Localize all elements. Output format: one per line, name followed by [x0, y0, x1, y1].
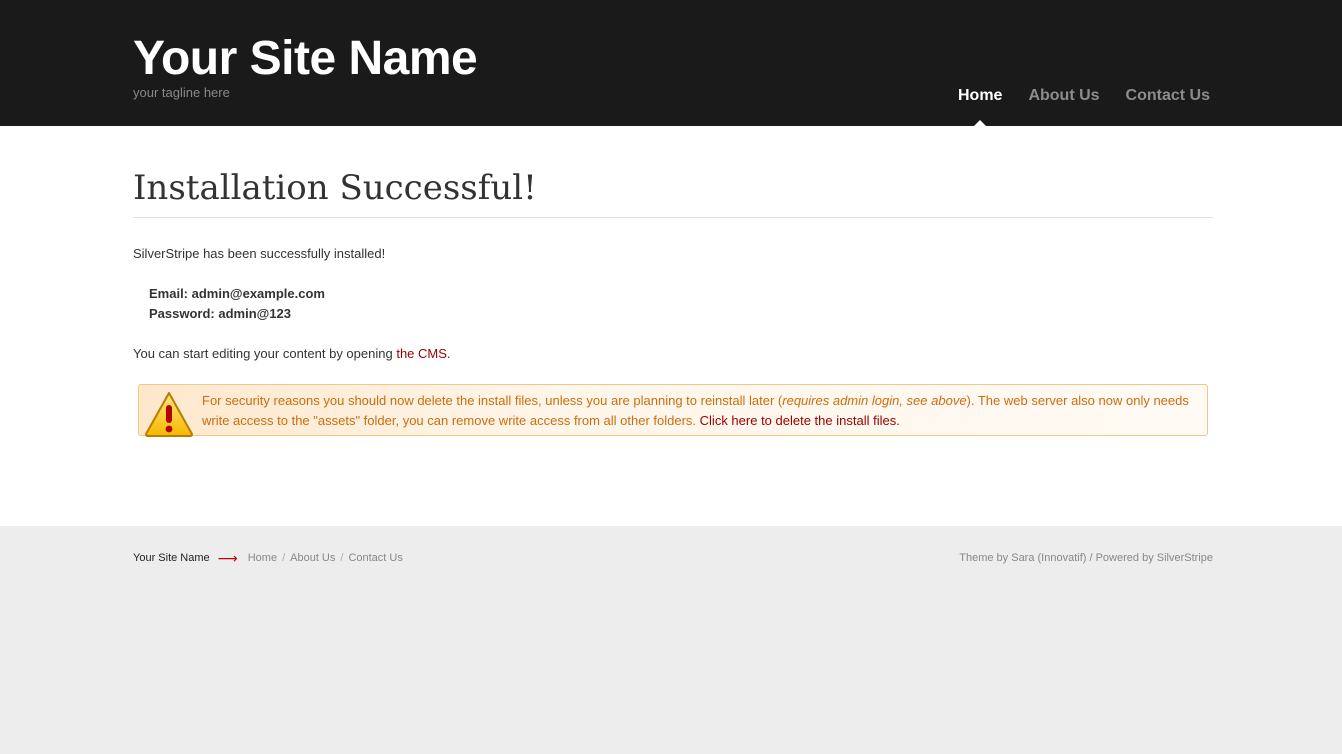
arrow-right-icon: ⟶ — [217, 550, 238, 566]
footer-separator: / — [340, 552, 344, 564]
cms-instructions-text: You can start editing your content by op… — [133, 346, 397, 361]
site-header: Your Site Name your tagline here Home Ab… — [0, 0, 1342, 126]
page-title: Installation Successful! — [133, 168, 1213, 218]
nav-item-home[interactable]: Home — [957, 87, 1003, 126]
site-name: Your Site Name — [133, 32, 478, 85]
admin-credentials: Email: admin@example.com Password: admin… — [133, 284, 1213, 324]
nav-item-about-us[interactable]: About Us — [1028, 87, 1099, 105]
admin-password: Password: admin@123 — [149, 306, 292, 321]
main-content-area: Installation Successful! SilverStripe ha… — [0, 126, 1342, 526]
cms-instructions: You can start editing your content by op… — [133, 344, 1213, 364]
main-nav: Home About Us Contact Us — [932, 87, 1210, 126]
footer-nav-contact-us[interactable]: Contact Us — [348, 551, 402, 565]
security-warning-text: For security reasons you should now dele… — [202, 393, 1189, 428]
footer-separator: / — [282, 552, 286, 564]
security-warning-box: For security reasons you should now dele… — [138, 384, 1208, 437]
nav-item-label: About Us — [1028, 87, 1100, 104]
footer-nav-home[interactable]: Home — [248, 551, 277, 565]
site-tagline: your tagline here — [133, 85, 230, 100]
site-footer: Your Site Name ⟶ Home / About Us / Conta… — [0, 526, 1342, 754]
content-column: Installation Successful! SilverStripe ha… — [133, 126, 1213, 437]
footer-nav-about-us[interactable]: About Us — [290, 551, 335, 565]
cms-instructions-end: . — [446, 346, 451, 361]
footer-credits: Theme by Sara (Innovatif) / Powered by S… — [959, 552, 1213, 564]
warning-triangle-icon — [145, 392, 193, 437]
footer-site-name: Your Site Name — [133, 552, 210, 564]
footer-breadcrumb: Your Site Name ⟶ Home / About Us / Conta… — [133, 551, 403, 565]
warning-emphasis: requires admin login, see above — [782, 393, 967, 408]
nav-item-label: Home — [957, 87, 1003, 104]
install-success-message: SilverStripe has been successfully insta… — [133, 246, 386, 261]
delete-install-files-link[interactable]: Click here to delete the install files. — [700, 413, 900, 428]
admin-email: Email: admin@example.com — [149, 286, 325, 301]
nav-item-label: Contact Us — [1125, 87, 1210, 104]
cms-link[interactable]: the CMS — [396, 346, 447, 361]
nav-item-contact-us[interactable]: Contact Us — [1126, 87, 1210, 105]
site-brand-link[interactable]: Your Site Name your tagline here — [133, 31, 478, 100]
